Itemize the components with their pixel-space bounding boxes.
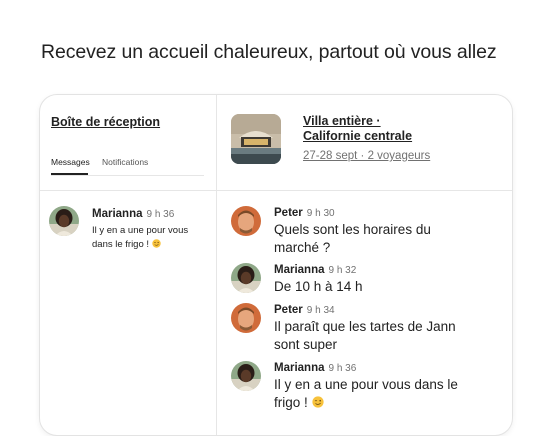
tab-rule [51, 175, 204, 176]
message-time: 9 h 34 [306, 305, 335, 316]
page-headline: Recevez un accueil chaleureux, partout o… [41, 41, 497, 63]
message-sender: Peter [274, 207, 303, 219]
message-header: Marianna 9 h 32 [274, 264, 356, 276]
message-text: Quels sont les horaires du marché ? [274, 222, 431, 255]
messaging-card: Boîte de réception Messages Notification… [39, 94, 513, 436]
message-time: 9 h 36 [328, 363, 357, 374]
listing-title-line1: Villa entière · [303, 114, 381, 128]
message-text: Il y en a une pour vous dans le frigo ! [274, 376, 474, 412]
message-sender: Marianna [274, 362, 325, 374]
tab-notifications[interactable]: Notifications [102, 157, 148, 167]
conversation-preview: Il y en a une pour vous dans le frigo ! [92, 224, 200, 251]
listing-title-line2: Californie centrale [303, 129, 413, 143]
avatar [231, 263, 261, 293]
message-time: 9 h 30 [306, 208, 335, 219]
conversation-sender: Marianna [92, 208, 143, 220]
message-text: Il paraît que les tartes de Jann sont su… [274, 319, 456, 352]
message-header: Peter 9 h 30 [274, 207, 335, 219]
listing-thumbnail[interactable] [231, 114, 281, 164]
header-divider [40, 190, 512, 191]
avatar [231, 303, 261, 333]
message-header: Marianna 9 h 36 [274, 362, 356, 374]
message-sender: Peter [274, 304, 303, 316]
avatar [49, 206, 79, 236]
listing-title[interactable]: Villa entière · Californie centrale [303, 114, 412, 144]
message-header: Peter 9 h 34 [274, 304, 335, 316]
conversation-time: 9 h 36 [146, 209, 175, 220]
inbox-title[interactable]: Boîte de réception [51, 115, 160, 129]
tab-messages[interactable]: Messages [51, 157, 90, 167]
wink-emoji-icon [151, 238, 161, 248]
avatar [231, 361, 261, 391]
listing-dates[interactable]: 27-28 sept · 2 voyageurs [303, 150, 430, 162]
conversation-name: Marianna 9 h 36 [92, 208, 174, 220]
message-sender: Marianna [274, 264, 325, 276]
wink-emoji-icon [311, 396, 324, 408]
message-text-content: Il y en a une pour vous dans le frigo ! [274, 377, 458, 410]
message-time: 9 h 32 [328, 265, 357, 276]
avatar [231, 206, 261, 236]
panel-divider [216, 95, 217, 435]
message-text: De 10 h à 14 h [274, 279, 363, 294]
conversation-preview-text: Il y en a une pour vous dans le frigo ! [92, 225, 189, 250]
